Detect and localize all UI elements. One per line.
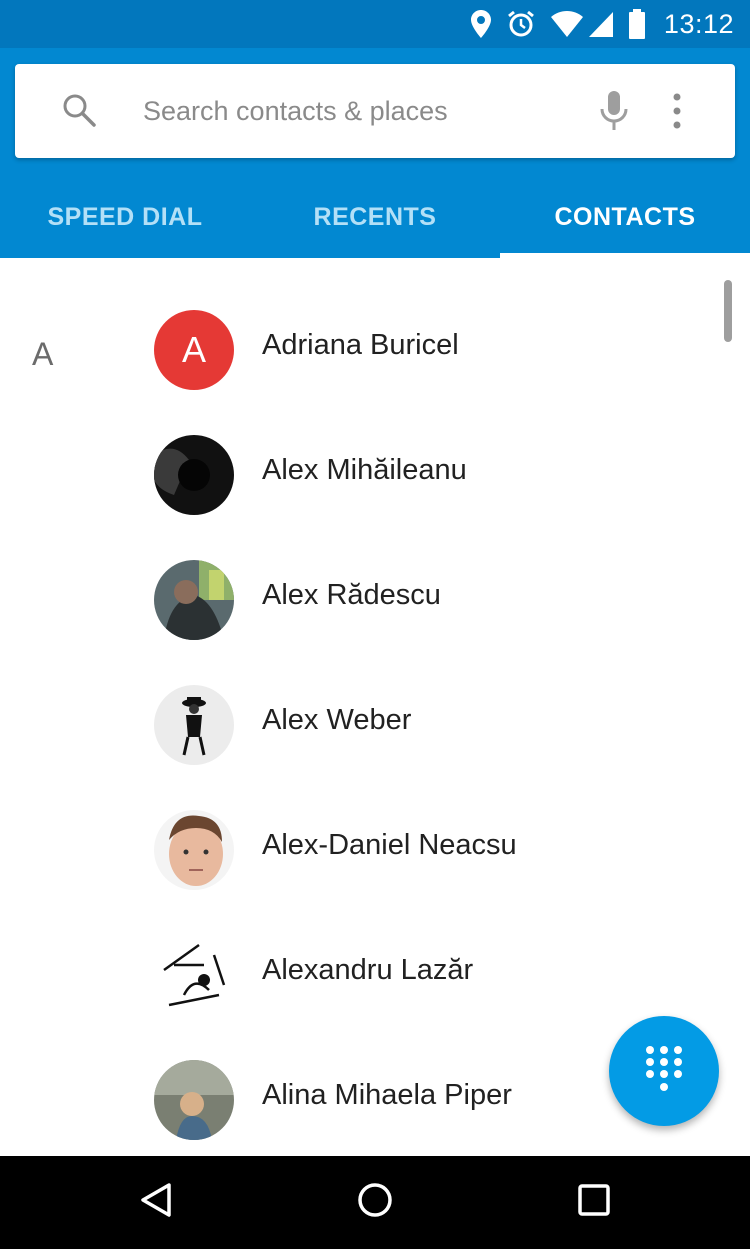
contact-row[interactable]: Alexandru Lazăr xyxy=(0,916,700,1041)
home-icon xyxy=(357,1182,393,1223)
contact-row[interactable]: Alex Weber xyxy=(0,666,700,791)
contact-row[interactable]: Alex Mihăileanu xyxy=(0,416,700,541)
contact-row[interactable]: A Adriana Buricel xyxy=(0,291,700,416)
letter-avatar: A xyxy=(154,310,234,390)
wifi-icon xyxy=(550,10,584,38)
svg-text:A: A xyxy=(182,329,206,370)
photo-avatar xyxy=(154,810,234,890)
search-box[interactable] xyxy=(15,64,735,158)
contact-name: Alex Mihăileanu xyxy=(262,454,467,486)
dialpad-button[interactable] xyxy=(609,1016,719,1126)
contact-row[interactable]: Alex Rădescu xyxy=(0,541,700,666)
tab-contacts[interactable]: CONTACTS xyxy=(500,176,750,258)
back-icon xyxy=(139,1182,173,1223)
scrollbar[interactable] xyxy=(724,280,732,342)
back-button[interactable] xyxy=(96,1156,216,1249)
status-time: 13:12 xyxy=(663,8,734,39)
alarm-icon xyxy=(506,9,536,39)
mic-icon[interactable] xyxy=(599,90,629,137)
contact-name: Alina Mihaela Piper xyxy=(262,1079,512,1111)
location-icon xyxy=(470,9,492,39)
photo-avatar xyxy=(154,935,234,1015)
contact-name: Alexandru Lazăr xyxy=(262,954,474,986)
photo-avatar xyxy=(154,1060,234,1140)
contact-row[interactable]: Alina Mihaela Piper xyxy=(0,1041,700,1156)
overview-icon xyxy=(578,1184,610,1221)
search-input[interactable] xyxy=(143,88,573,134)
navigation-bar xyxy=(0,1156,750,1249)
contact-row[interactable]: Alex-Daniel Neacsu xyxy=(0,791,700,916)
contact-name: Alex Rădescu xyxy=(262,579,441,611)
tab-bar: SPEED DIAL RECENTS CONTACTS xyxy=(0,176,750,258)
more-options-icon[interactable] xyxy=(671,92,683,135)
contact-name: Alex-Daniel Neacsu xyxy=(262,829,517,861)
tab-recents[interactable]: RECENTS xyxy=(250,176,500,258)
photo-avatar xyxy=(154,685,234,765)
contact-name: Alex Weber xyxy=(262,704,412,736)
search-icon[interactable] xyxy=(61,92,97,133)
home-button[interactable] xyxy=(315,1156,435,1249)
photo-avatar xyxy=(154,560,234,640)
status-bar: 13:12 xyxy=(0,0,750,48)
photo-avatar xyxy=(154,435,234,515)
recents-button[interactable] xyxy=(534,1156,654,1249)
tab-speed-dial[interactable]: SPEED DIAL xyxy=(0,176,250,258)
dialer-screen: 13:12 SPEED DIAL RECENTS CONTACTS A xyxy=(0,0,750,1249)
contact-name: Adriana Buricel xyxy=(262,329,459,361)
dialpad-icon xyxy=(644,1044,684,1099)
app-bar: SPEED DIAL RECENTS CONTACTS xyxy=(0,48,750,258)
cell-signal-icon xyxy=(588,10,614,38)
battery-icon xyxy=(628,9,646,39)
